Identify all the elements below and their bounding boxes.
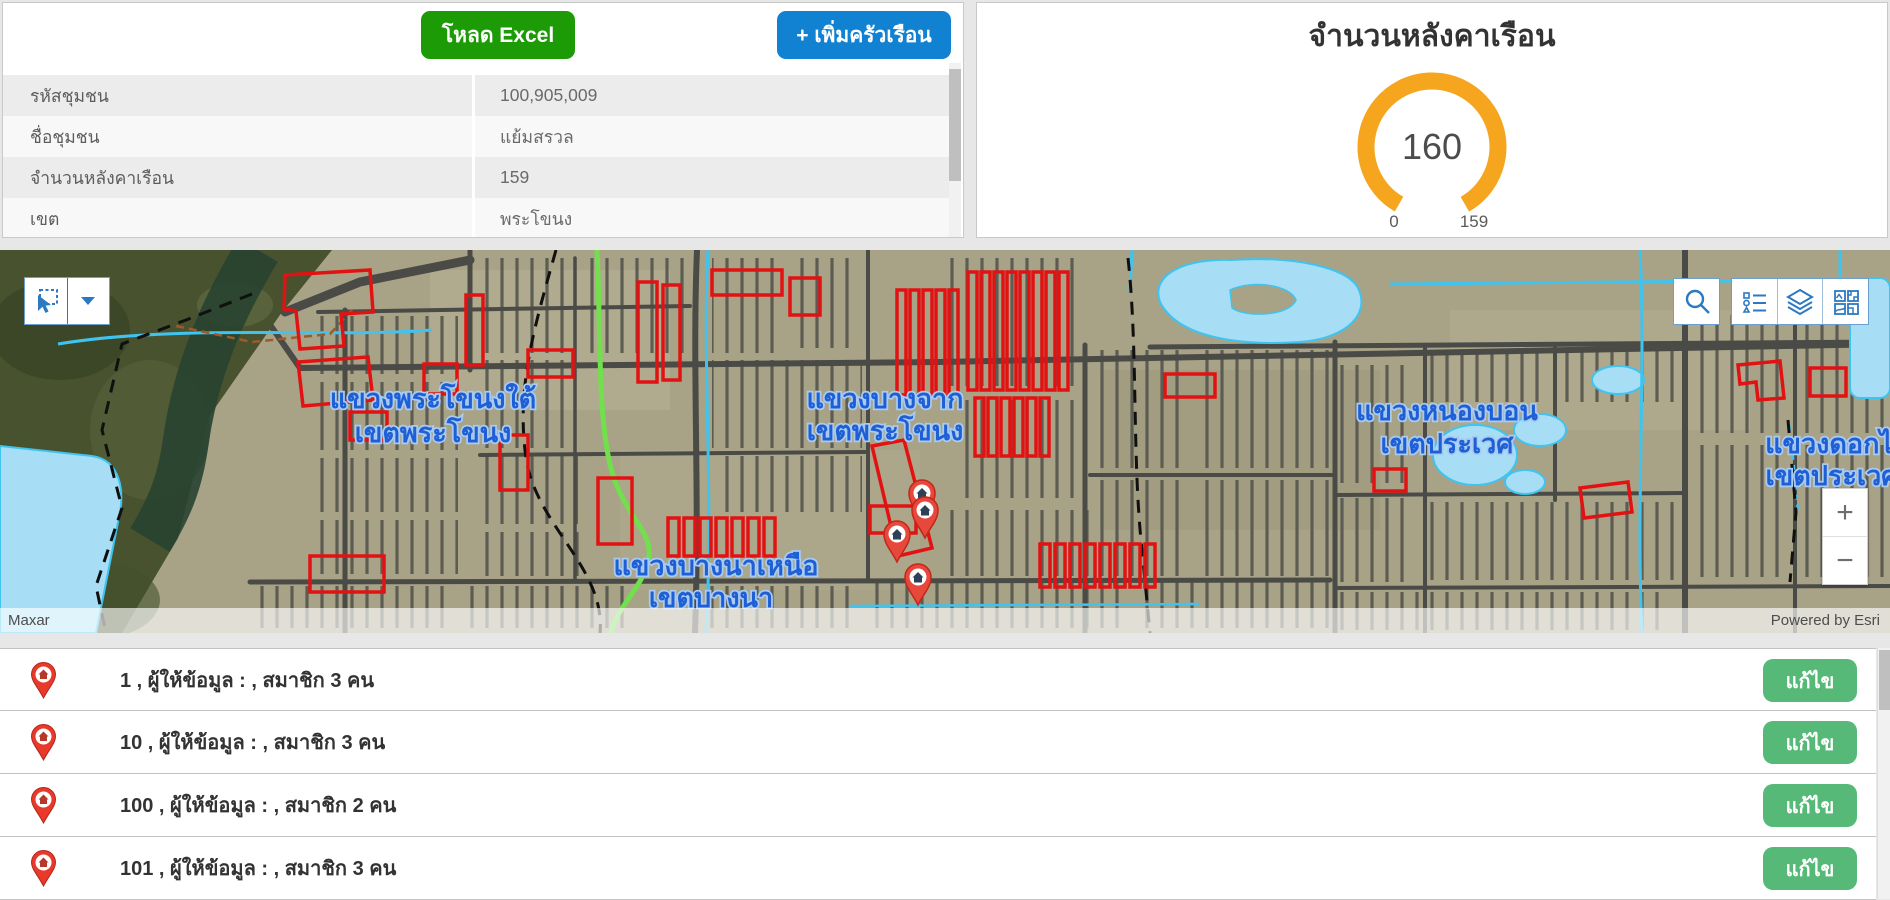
scrollbar-thumb[interactable] (949, 69, 961, 181)
legend-button[interactable] (1732, 279, 1777, 324)
map-label: แขวงบางจาก (806, 384, 963, 414)
scrollbar-thumb[interactable] (1879, 650, 1890, 710)
caret-down-icon (80, 296, 96, 306)
community-info-table: รหัสชุมชน 100,905,009 ชื่อชุมชน แย้มสรวล… (3, 75, 949, 238)
map-label: แขวงบางนาเหนือ (613, 551, 818, 581)
row-label: เขต (3, 198, 475, 238)
household-row[interactable]: 100 , ผู้ให้ข้อมูล : , สมาชิก 2 คน แก้ไข (0, 774, 1876, 837)
download-excel-button[interactable]: โหลด Excel (421, 11, 575, 59)
basemap-grid-icon (1830, 286, 1862, 318)
edit-button[interactable]: แก้ไข (1763, 847, 1857, 890)
household-row[interactable]: 10 , ผู้ให้ข้อมูล : , สมาชิก 3 คน แก้ไข (0, 711, 1876, 774)
map-label: แขวงพระโขนงใต้ (330, 382, 536, 414)
edit-button[interactable]: แก้ไข (1763, 721, 1857, 764)
row-label: จำนวนหลังคาเรือน (3, 157, 475, 198)
edit-button[interactable]: แก้ไข (1763, 784, 1857, 827)
map-view[interactable]: แขวงพระโขนงใต้ เขตพระโขนง แขวงบางจาก เขต… (0, 250, 1890, 633)
map-widget-group (1731, 278, 1869, 325)
search-icon (1682, 287, 1712, 317)
household-row-text: 1 , ผู้ให้ข้อมูล : , สมาชิก 3 คน (120, 664, 374, 696)
gauge-title: จำนวนหลังคาเรือน (977, 13, 1887, 60)
map-select-tool[interactable] (24, 277, 110, 325)
household-row[interactable]: 101 , ผู้ให้ข้อมูล : , สมาชิก 3 คน แก้ไข (0, 837, 1876, 900)
row-label: รหัสชุมชน (3, 75, 475, 116)
map-label: เขตประเวศ (1766, 461, 1890, 491)
gauge-max-label: 159 (1460, 212, 1488, 231)
pin-icon (30, 724, 57, 761)
map-label: แขวงหนองบอน (1356, 396, 1538, 426)
gauge-min-label: 0 (1389, 212, 1398, 231)
household-row-text: 100 , ผู้ให้ข้อมูล : , สมาชิก 2 คน (120, 789, 396, 821)
pin-icon (30, 662, 57, 699)
list-scrollbar[interactable] (1877, 648, 1890, 899)
basemap-gallery-button[interactable] (1822, 279, 1868, 324)
attribution-powered-by: Powered by Esri (1771, 612, 1880, 629)
map-canvas: แขวงพระโขนงใต้ เขตพระโขนง แขวงบางจาก เขต… (0, 250, 1890, 633)
gauge-value: 160 (1402, 126, 1462, 167)
zoom-out-button[interactable]: − (1823, 537, 1867, 585)
add-household-button[interactable]: + เพิ่มครัวเรือน (777, 11, 951, 59)
map-label: แขวงดอกไม้ (1765, 428, 1890, 459)
pin-icon (30, 787, 57, 824)
edit-button[interactable]: แก้ไข (1763, 659, 1857, 702)
household-row[interactable]: 1 , ผู้ให้ข้อมูล : , สมาชิก 3 คน แก้ไข (0, 648, 1876, 711)
household-list: 1 , ผู้ให้ข้อมูล : , สมาชิก 3 คน แก้ไข 1… (0, 645, 1890, 899)
select-tool-dropdown[interactable] (68, 278, 110, 324)
household-count-panel: จำนวนหลังคาเรือน 160 0 159 (976, 2, 1888, 238)
community-info-panel: โหลด Excel + เพิ่มครัวเรือน รหัสชุมชน 10… (2, 2, 964, 238)
table-row: ชื่อชุมชน แย้มสรวล (3, 116, 949, 157)
row-value: 100,905,009 (475, 85, 597, 106)
table-row: จำนวนหลังคาเรือน 159 (3, 157, 949, 198)
household-row-text: 10 , ผู้ให้ข้อมูล : , สมาชิก 3 คน (120, 726, 385, 758)
row-value: แย้มสรวล (475, 123, 574, 151)
map-label: เขตพระโขนง (807, 414, 964, 446)
household-row-text: 101 , ผู้ให้ข้อมูล : , สมาชิก 3 คน (120, 852, 396, 884)
household-count-gauge: 160 0 159 (1302, 55, 1562, 235)
map-attribution: Maxar Powered by Esri (0, 608, 1890, 633)
map-label: เขตประเวศ (1381, 429, 1515, 459)
attribution-source: Maxar (8, 612, 50, 629)
row-label: ชื่อชุมชน (3, 116, 475, 157)
cursor-select-icon (31, 286, 61, 316)
zoom-control: + − (1822, 488, 1868, 585)
table-row: เขต พระโขนง (3, 198, 949, 238)
layers-button[interactable] (1777, 279, 1823, 324)
row-value: 159 (475, 167, 529, 188)
select-features-button[interactable] (25, 278, 68, 324)
pin-icon (30, 850, 57, 887)
map-label: เขตพระโขนง (355, 416, 512, 448)
legend-list-icon (1739, 287, 1769, 317)
row-value: พระโขนง (475, 205, 572, 233)
table-row: รหัสชุมชน 100,905,009 (3, 75, 949, 116)
map-search-button[interactable] (1673, 278, 1720, 325)
zoom-in-button[interactable]: + (1823, 489, 1867, 537)
layers-icon (1784, 286, 1816, 318)
info-panel-scrollbar[interactable] (949, 63, 961, 237)
